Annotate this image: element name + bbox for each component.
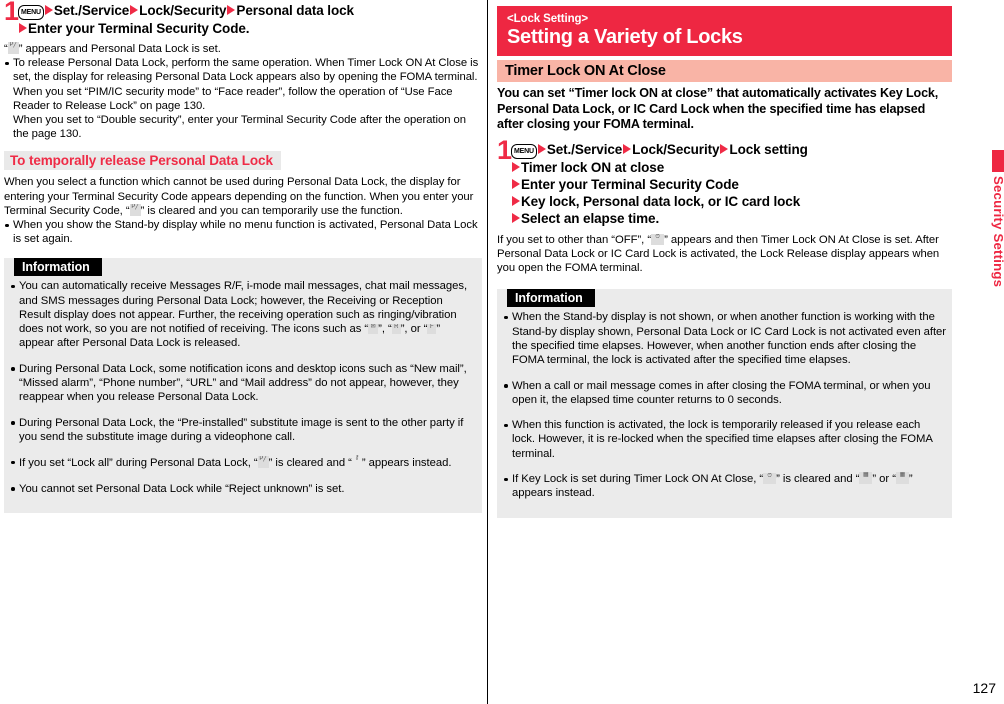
key-lock-alt-icon: ▦ <box>895 472 909 485</box>
menu-key-icon: MENU <box>511 143 537 159</box>
information-heading: Information <box>507 289 595 308</box>
arrow-icon <box>512 212 520 223</box>
section-paragraph: When you select a function which cannot … <box>4 176 474 217</box>
step-item-lock-security: Lock/Security <box>632 141 720 157</box>
step-item-lock-security: Lock/Security <box>139 3 227 18</box>
step-line-1: MENU Set./Service Lock/Security Lock settin… <box>511 141 952 159</box>
step-item-enter-code: Enter your Terminal Security Code. <box>28 21 250 36</box>
step-item-enter-code: Enter your Terminal Security Code <box>521 176 739 192</box>
arrow-icon <box>623 143 632 154</box>
arrow-icon <box>19 23 27 33</box>
banner-kicker: <Lock Setting> <box>507 13 589 25</box>
information-item: When a call or mail message comes in aft… <box>503 379 946 407</box>
information-item: You cannot set Personal Data Lock while … <box>10 482 476 496</box>
information-item: You can automatically receive Messages R… <box>10 279 476 350</box>
information-item: During Personal Data Lock, some notifica… <box>10 362 476 405</box>
key-lock-icon: ▦ <box>859 472 873 485</box>
manual-page: 1 MENU Set./Service Lock/Security Personal … <box>0 0 1004 704</box>
information-body: When the Stand-by display is not shown, … <box>503 307 946 500</box>
right-column: <Lock Setting> Setting a Variety of Lock… <box>497 0 952 704</box>
step-line-2: Enter your Terminal Security Code. <box>18 20 482 37</box>
note-bullet-cont: When you set to “Double security”, enter… <box>13 114 466 141</box>
step-item-timer-lock: Timer lock ON at close <box>521 159 665 175</box>
arrow-icon <box>537 143 546 154</box>
step-instruction-lines: MENU Set./Service Lock/Security Personal da… <box>18 2 482 37</box>
message-r-icon: R <box>391 324 401 335</box>
step-item-lock-setting: Lock setting <box>729 141 808 157</box>
personal-data-lock-icon: P╱ <box>257 456 269 469</box>
note-bullet-cont: When you set “PIM/IC security mode” to “… <box>13 85 453 112</box>
information-item: When the Stand-by display is not shown, … <box>503 310 946 367</box>
left-column: 1 MENU Set./Service Lock/Security Personal … <box>4 0 482 704</box>
right-step-1-notes: If you set to other than “OFF”, “⏱” appe… <box>497 233 952 276</box>
section-bullet: When you show the Stand-by display while… <box>4 218 482 246</box>
step-item-set-service: Set./Service <box>53 3 130 18</box>
section-body: When you select a function which cannot … <box>4 175 482 246</box>
section-heading-wrap: To temporally release Personal Data Lock <box>4 151 482 171</box>
arrow-icon <box>512 161 520 172</box>
banner-title: Setting a Variety of Locks <box>507 26 743 48</box>
information-item: During Personal Data Lock, the “Pre-inst… <box>10 416 476 444</box>
edge-tab-marker <box>992 150 1004 172</box>
arrow-icon <box>227 5 236 15</box>
step-line-3: Enter your Terminal Security Code <box>511 176 952 193</box>
edge-tab: Security Settings <box>991 150 1004 288</box>
step-line-4: Key lock, Personal data lock, or IC card… <box>511 193 952 210</box>
step-line-1: MENU Set./Service Lock/Security Personal da… <box>18 2 482 20</box>
page-number: 127 <box>972 680 996 696</box>
section-heading: To temporally release Personal Data Lock <box>4 151 281 171</box>
step-instruction-lines: MENU Set./Service Lock/Security Lock settin… <box>511 141 952 227</box>
step-line-2: Timer lock ON at close <box>511 159 952 176</box>
timer-lock-icon: ⏱ <box>651 233 665 245</box>
personal-data-lock-icon: P╱ <box>129 203 141 216</box>
personal-data-lock-icon: P╱ <box>7 42 19 54</box>
information-item: When this function is activated, the loc… <box>503 418 946 461</box>
edge-tab-label: Security Settings <box>991 176 1004 288</box>
arrow-icon <box>512 195 520 206</box>
step-number: 1 <box>497 134 513 165</box>
menu-key-icon: MENU <box>18 5 44 20</box>
left-information-box: Information You can automatically receiv… <box>4 258 482 514</box>
note-icon-line: “P╱” appears and Personal Data Lock is s… <box>4 42 221 55</box>
step-item-lock-type: Key lock, Personal data lock, or IC card… <box>521 193 801 209</box>
subsection-lead: You can set “Timer lock ON at close” tha… <box>497 86 939 132</box>
information-item: If you set “Lock all” during Personal Da… <box>10 455 476 470</box>
timer-lock-icon: ⏱ <box>763 473 777 485</box>
lock-all-key-icon: ⚷ <box>354 455 360 462</box>
column-divider <box>487 0 488 704</box>
right-step-1: 1 MENU Set./Service Lock/Security Lock sett… <box>497 136 952 227</box>
arrow-icon <box>720 143 729 154</box>
section-banner: <Lock Setting> Setting a Variety of Lock… <box>497 6 952 56</box>
subsection-heading: Timer Lock ON At Close <box>497 60 952 82</box>
new-mail-icon: ✉ <box>368 324 379 335</box>
step-line-5: Select an elapse time. <box>511 210 952 227</box>
arrow-icon <box>130 5 139 15</box>
arrow-icon <box>44 5 53 15</box>
right-information-box: Information When the Stand-by display is… <box>497 289 952 518</box>
step-item-elapse-time: Select an elapse time. <box>521 210 660 226</box>
arrow-icon <box>512 178 520 189</box>
step-item-personal-data-lock: Personal data lock <box>236 3 354 18</box>
information-heading: Information <box>14 258 102 277</box>
information-body: You can automatically receive Messages R… <box>10 276 476 496</box>
step-number: 1 <box>4 0 20 26</box>
message-f-icon: F <box>427 324 437 335</box>
note-paragraph: If you set to other than “OFF”, “⏱” appe… <box>497 233 940 275</box>
step-item-set-service: Set./Service <box>546 141 623 157</box>
left-step-1-notes: “P╱” appears and Personal Data Lock is s… <box>4 42 482 141</box>
note-bullet: To release Personal Data Lock, perform t… <box>4 56 482 84</box>
information-item: If Key Lock is set during Timer Lock ON … <box>503 472 946 500</box>
left-step-1: 1 MENU Set./Service Lock/Security Personal … <box>4 0 482 37</box>
